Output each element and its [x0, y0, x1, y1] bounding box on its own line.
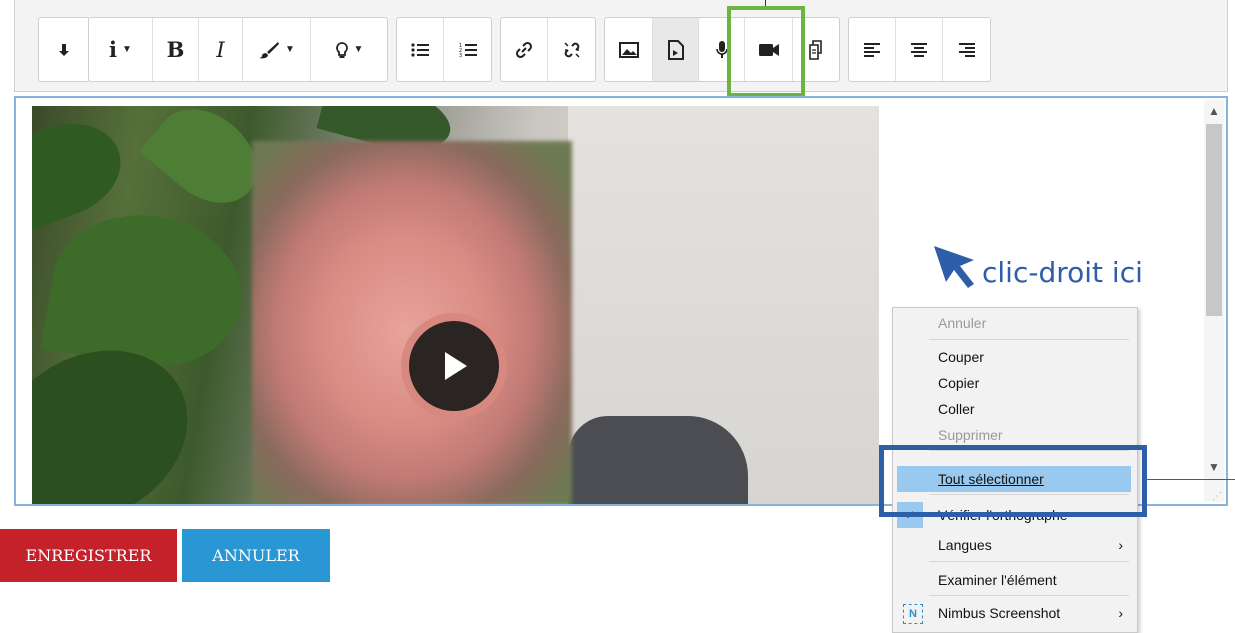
play-icon: [445, 352, 467, 380]
menu-separator: [929, 339, 1129, 340]
italic-button[interactable]: I: [199, 18, 243, 81]
menu-separator: [929, 561, 1129, 562]
align-left-icon: [864, 42, 880, 57]
media-button[interactable]: [653, 18, 699, 81]
lightbulb-dropdown-button[interactable]: ▼: [311, 18, 387, 81]
menu-item-label: Copier: [938, 375, 980, 391]
svg-text:3: 3: [459, 53, 462, 59]
text-color-button[interactable]: ▼: [243, 18, 311, 81]
menu-item-paste[interactable]: Coller: [893, 396, 1137, 422]
ordered-list-button[interactable]: 1 2 3: [444, 18, 491, 81]
image-button[interactable]: [605, 18, 653, 81]
toolbar-group-align: [848, 17, 991, 82]
blurred-face: [252, 141, 572, 504]
ordered-list-icon: 1 2 3: [459, 43, 477, 59]
menu-item-label: Examiner l'élément: [938, 572, 1057, 588]
brush-icon: [259, 41, 280, 58]
resize-handle-icon[interactable]: ⋰: [1212, 491, 1222, 502]
chevron-right-icon: ›: [1118, 605, 1123, 621]
align-center-icon: [911, 42, 927, 57]
menu-item-label: Supprimer: [938, 427, 1003, 443]
manage-files-icon: [809, 39, 822, 60]
select-all-highlight: [879, 445, 1147, 517]
chevron-down-icon: ▼: [285, 44, 295, 55]
align-left-button[interactable]: [849, 18, 896, 81]
menu-item-label: Couper: [938, 349, 984, 365]
link-icon: [515, 41, 533, 58]
unordered-list-icon: [411, 42, 429, 57]
play-button[interactable]: [401, 313, 507, 419]
toolbar-group-links: [500, 17, 596, 82]
chevron-down-icon: ▼: [353, 44, 364, 55]
menu-item-cut[interactable]: Couper: [893, 344, 1137, 370]
unlink-icon: [563, 41, 580, 58]
menu-item-nimbus[interactable]: Nimbus Screenshot ›: [893, 600, 1137, 626]
chevron-right-icon: ›: [1118, 537, 1123, 553]
scrollbar-thumb[interactable]: [1206, 124, 1222, 316]
image-icon: [618, 41, 639, 58]
collapse-button[interactable]: [39, 18, 89, 81]
menu-item-languages[interactable]: Langues ›: [893, 532, 1137, 558]
menu-item-label: Nimbus Screenshot: [938, 605, 1061, 621]
unordered-list-button[interactable]: [397, 18, 444, 81]
toolbar-group-lists: 1 2 3: [396, 17, 492, 82]
bold-button[interactable]: B: [153, 18, 199, 81]
menu-item-undo[interactable]: Annuler: [893, 310, 1137, 336]
align-center-button[interactable]: [896, 18, 943, 81]
scroll-down-arrow-icon[interactable]: ▼: [1204, 456, 1224, 478]
person-shoulder: [568, 416, 748, 504]
annotation-label: clic-droit ici: [982, 256, 1143, 289]
save-button[interactable]: ENREGISTRER: [0, 529, 177, 582]
unlink-button[interactable]: [548, 18, 595, 81]
menu-separator: [929, 595, 1129, 596]
menu-item-label: Annuler: [938, 315, 987, 331]
record-video-highlight: [727, 6, 805, 97]
menu-item-inspect[interactable]: Examiner l'élément: [893, 567, 1137, 593]
menu-item-label: Coller: [938, 401, 975, 417]
align-right-button[interactable]: [943, 18, 990, 81]
toolbar-group-collapse: [38, 17, 90, 82]
cancel-button[interactable]: ANNULER: [182, 529, 330, 582]
bold-icon: B: [166, 37, 185, 62]
chevron-down-icon: ▼: [122, 44, 132, 55]
editor-toolbar: i ▼ B I ▼ ▼ 1 2 3: [14, 0, 1228, 92]
menu-item-copy[interactable]: Copier: [893, 370, 1137, 396]
media-file-icon: [667, 39, 684, 60]
collapse-icon: [59, 43, 69, 56]
annotation-arrow-icon: [934, 246, 974, 288]
lightbulb-icon: [335, 41, 348, 58]
highlight-leader-line: [1147, 479, 1235, 480]
info-dropdown-button[interactable]: i ▼: [89, 18, 153, 81]
link-button[interactable]: [501, 18, 548, 81]
italic-icon: I: [216, 37, 225, 62]
align-right-icon: [958, 42, 975, 57]
info-icon: i: [109, 37, 118, 62]
menu-item-label: Langues: [938, 537, 992, 553]
video-player[interactable]: [32, 106, 879, 504]
scroll-up-arrow-icon[interactable]: ▲: [1204, 100, 1224, 122]
toolbar-group-text: i ▼ B I ▼ ▼: [88, 17, 388, 82]
